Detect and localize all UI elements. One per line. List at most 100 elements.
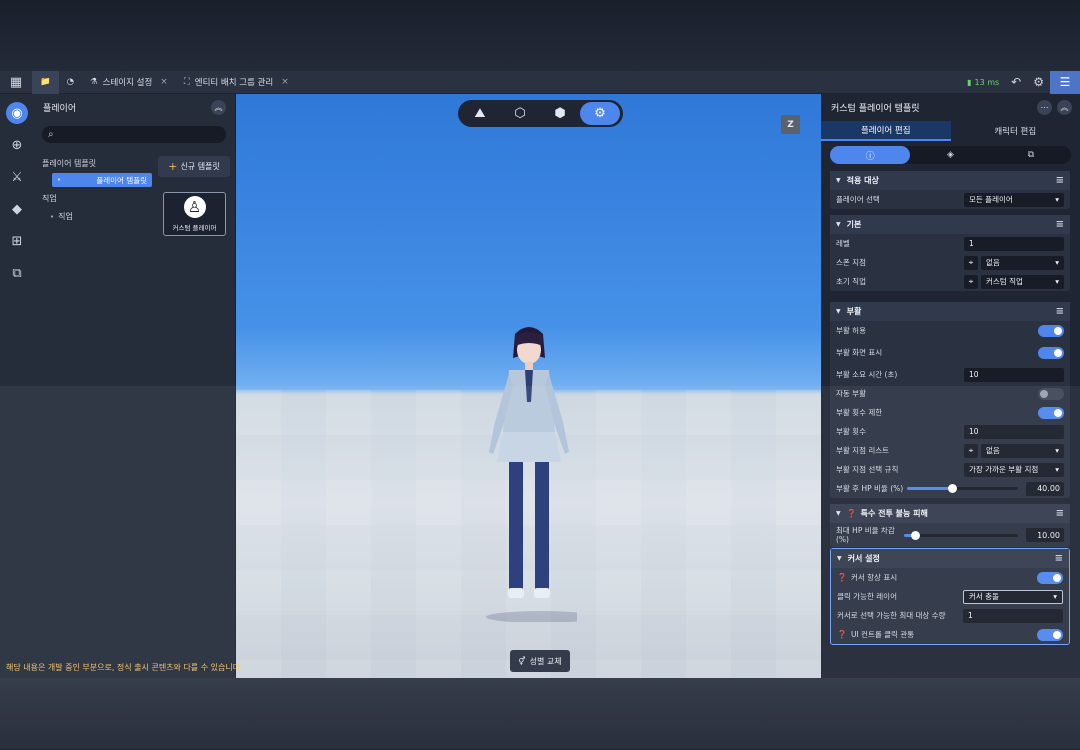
menu-icon[interactable]: ≡ [1056, 219, 1064, 230]
field-label: 부활 화면 표시 [836, 348, 883, 357]
field-label: 최대 HP 비율 차감 (%) [836, 526, 895, 544]
template-card[interactable]: ♙ 커스텀 플레이어 [163, 192, 226, 236]
tree-item-job[interactable]: • 직업 [43, 208, 143, 225]
collapse-icon[interactable]: ︽ [1057, 100, 1072, 115]
menu-icon[interactable]: ≡ [1055, 553, 1063, 564]
entity-icon: ⛶ [183, 77, 190, 87]
chevron-down-icon: ▾ [1055, 465, 1059, 474]
info-icon[interactable]: ⓘ [830, 146, 911, 164]
right-panel: 커스텀 플레이어 템플릿 ⋯ ︽ 플레이어 편집 캐릭터 편집 ⓘ ◈ ⧉ ▼ … [821, 94, 1080, 678]
chevron-down-icon: ▾ [1055, 195, 1059, 204]
player-icon[interactable]: ◉ [6, 102, 28, 124]
click-layer-dropdown[interactable]: 커서 충돌 ▾ [963, 589, 1063, 604]
section-apply-target: ▼ 적용 대상 ≡ 플레이어 선택 모든 플레이어 ▾ [830, 171, 1070, 209]
section-header[interactable]: ▼ ❓ 특수 전투 불능 피해 ≡ [830, 504, 1070, 523]
z-badge[interactable]: Z [781, 115, 800, 134]
terrain-icon[interactable]: ⛰ [460, 102, 500, 125]
revive-screen-toggle[interactable] [1038, 346, 1064, 359]
person-icon: ♙ [183, 196, 206, 218]
gauge-icon: ◔ [66, 77, 75, 87]
palette-icon[interactable]: ◈ [910, 146, 990, 164]
revive-point-list-dropdown[interactable]: 없음 ▾ [981, 443, 1064, 458]
collapse-icon[interactable]: ︽ [211, 100, 226, 115]
add-box-icon[interactable]: ⊞ [6, 230, 28, 252]
revive-allow-toggle[interactable] [1038, 324, 1064, 337]
menu-icon[interactable]: ≡ [1056, 306, 1064, 317]
help-icon[interactable]: ❓ [837, 573, 847, 582]
cube-icon[interactable]: ⬢ [540, 102, 580, 125]
search-field[interactable]: ⌕ [42, 126, 226, 143]
max-hp-slider[interactable] [904, 530, 1018, 540]
gender-swap-button[interactable]: ⚥ 성별 교체 [510, 650, 570, 672]
viewport-toolbar: ⛰ ⬡ ⬢ ⚙ [458, 100, 623, 127]
close-icon[interactable]: × [281, 77, 289, 87]
field-label: 스폰 지점 [836, 258, 866, 267]
node-icon[interactable]: ⧉ [991, 146, 1071, 164]
tree-item-player-template[interactable]: • 플레이어 템플릿 [52, 173, 152, 187]
location-pin-icon[interactable]: ⌖ [964, 255, 978, 270]
spawn-point-dropdown[interactable]: 없음 ▾ [981, 255, 1064, 270]
gear-icon[interactable]: ⚙ [580, 102, 620, 125]
copy-icon[interactable]: ⧉ [6, 262, 28, 284]
apps-grid-icon[interactable]: ▦ [0, 71, 32, 94]
slider-knob[interactable] [911, 530, 921, 540]
location-pin-icon[interactable]: ⌖ [964, 274, 978, 289]
revive-count-input[interactable]: 10 [964, 424, 1064, 439]
section-header[interactable]: ▼ 부활 ≡ [830, 302, 1070, 321]
level-input[interactable]: 1 [964, 236, 1064, 251]
revive-limit-toggle[interactable] [1038, 406, 1064, 419]
bullet-icon: • [57, 176, 62, 184]
player-select-dropdown[interactable]: 모든 플레이어 ▾ [964, 192, 1064, 207]
revive-hp-value[interactable]: 40.00 [1026, 481, 1064, 496]
slider-knob[interactable] [947, 484, 957, 493]
entity-icon[interactable]: ⊕ [6, 134, 28, 156]
chevron-down-icon: ▾ [1053, 592, 1057, 601]
more-icon[interactable]: ⋯ [1037, 100, 1052, 115]
dev-notice: 해당 내용은 개발 중인 부분으로, 정식 출시 콘텐츠와 다를 수 있습니다. [6, 663, 243, 672]
tab-player-edit[interactable]: 플레이어 편집 [821, 121, 951, 141]
cursor-max-input[interactable]: 1 [963, 608, 1063, 623]
gear-icon[interactable]: ⚙ [1033, 75, 1044, 89]
template-tree: 플레이어 템플릿 • 플레이어 템플릿 직업 • 직업 [34, 152, 152, 225]
menu-icon[interactable]: ≡ [1056, 508, 1064, 519]
ui-click-through-toggle[interactable] [1037, 628, 1063, 641]
dropdown-value: 가장 가까운 부활 지점 [969, 465, 1039, 474]
section-header[interactable]: ▼ 적용 대상 ≡ [830, 171, 1070, 190]
revive-time-input[interactable]: 10 [964, 367, 1064, 382]
tab-label: 스테이지 설정 [102, 78, 153, 88]
max-hp-value[interactable]: 10.00 [1026, 528, 1064, 542]
scene-viewport[interactable]: ⛰ ⬡ ⬢ ⚙ Z ⚥ 성별 교체 [236, 94, 821, 678]
cursor-always-toggle[interactable] [1037, 571, 1063, 584]
help-icon[interactable]: ❓ [837, 630, 847, 639]
revive-rule-dropdown[interactable]: 가장 가까운 부활 지점 ▾ [964, 462, 1064, 477]
object-icon[interactable]: ⬡ [500, 102, 540, 125]
new-template-button[interactable]: + 신규 템플릿 [158, 156, 230, 177]
sword-icon[interactable]: ⚔ [6, 166, 28, 188]
tab-entity-group[interactable]: ⛶ 엔티티 배치 그룹 관리 × [176, 71, 297, 94]
caret-down-icon: ▼ [836, 510, 841, 517]
revive-hp-slider[interactable] [907, 484, 1018, 493]
close-icon[interactable]: × [160, 77, 168, 87]
location-pin-icon[interactable]: ⌖ [964, 443, 978, 458]
tab-folder[interactable]: 📁 [32, 70, 59, 94]
section-header[interactable]: ▼ 커서 설정 ≡ [831, 549, 1069, 568]
bullet-icon: • [50, 212, 55, 221]
section-header[interactable]: ▼ 기본 ≡ [830, 215, 1070, 234]
initial-job-dropdown[interactable]: 커스텀 직업 ▾ [981, 274, 1064, 289]
field-label: 부활 후 HP 비율 (%) [836, 484, 904, 493]
character-model [486, 327, 577, 622]
undo-icon[interactable]: ↶ [1011, 75, 1021, 89]
section-title: 부활 [846, 307, 862, 316]
search-input[interactable] [57, 129, 208, 140]
menu-icon[interactable]: ≡ [1056, 175, 1064, 186]
sliders-icon[interactable]: ☰ [1050, 70, 1080, 94]
stage-icon: ⚗ [90, 77, 98, 87]
tab-character-edit[interactable]: 캐릭터 편집 [951, 121, 1080, 141]
dropdown-value: 없음 [986, 258, 1000, 267]
tab-gauge[interactable]: ◔ [59, 71, 82, 94]
help-icon[interactable]: ❓ [847, 509, 857, 518]
tag-icon[interactable]: ◆ [6, 198, 28, 220]
tab-stage-settings[interactable]: ⚗ 스테이지 설정 × [82, 71, 176, 94]
field-label: 자동 부활 [836, 389, 866, 398]
auto-revive-toggle[interactable] [1038, 387, 1064, 400]
